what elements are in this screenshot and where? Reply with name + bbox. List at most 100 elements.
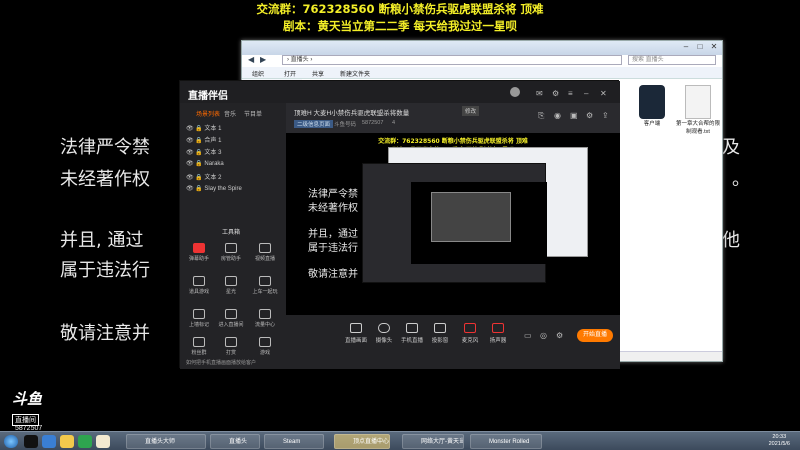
eye-icon[interactable]: ◎ (540, 331, 547, 340)
menu-organize[interactable]: 组织 (252, 69, 264, 78)
nested-app-window (362, 163, 547, 283)
record-icon[interactable]: ◉ (554, 111, 561, 120)
penguin-icon[interactable] (24, 435, 38, 448)
menu-new-folder[interactable]: 新建文件夹 (340, 69, 370, 78)
steam-icon (639, 85, 665, 119)
search-input[interactable]: 搜索 直播头 (628, 55, 716, 65)
background-text-line5: 敬请注意并 (60, 323, 150, 344)
menu-open[interactable]: 打开 (284, 69, 296, 78)
douyu-label: 斗鱼号码 (334, 122, 357, 128)
edit-tag[interactable]: 修改 (462, 106, 480, 116)
preview-text: 属于违法行 (308, 243, 358, 254)
gear-icon[interactable]: ⚙ (586, 111, 593, 120)
stream-overlay-line2: 剧本：黄天当立第二二季 每天给我过过一星呗 (282, 19, 517, 33)
scene-item[interactable]: 👁 🔒 Slay the Spire (186, 185, 242, 192)
bottom-toolbar: 直播画面 摄像头 手机直播 投影窗 麦克风 扬声器 ▭ ◎ ⚙ 开始直播 (286, 315, 620, 369)
info-chip[interactable]: 二级信息页面 (294, 120, 334, 128)
scene-item[interactable]: 👁 🔒 文本 3 (186, 147, 221, 156)
speaker-button[interactable]: 扬声器 (484, 323, 512, 344)
minimize-icon[interactable]: – (584, 89, 588, 98)
left-panel: 场景列表 音乐 节目单 👁 🔒 文本 1 👁 🔒 合声 1 👁 🔒 文本 3 👁… (180, 103, 286, 369)
scene-item[interactable]: 👁 🔒 文本 2 (186, 172, 221, 181)
gear-icon[interactable]: ⚙ (556, 331, 563, 340)
start-live-button[interactable]: 开始直播 (577, 329, 613, 342)
scene-item[interactable]: 👁 🔒 文本 1 (186, 123, 221, 132)
background-text-line2-tail: 。 (732, 169, 750, 190)
maximize-icon[interactable]: □ (694, 42, 706, 52)
scene-item[interactable]: 👁 🔒 Naraka (186, 160, 224, 167)
share-out-icon[interactable]: ⇪ (602, 111, 609, 120)
tool-enter-room[interactable]: 进入直播间 (218, 309, 244, 328)
projector-button[interactable]: 投影窗 (426, 323, 454, 344)
forward-arrow-icon[interactable]: ▶ (260, 55, 266, 64)
tv-icon[interactable]: ▣ (570, 111, 578, 120)
tool-traffic[interactable]: 流量中心 (252, 309, 278, 328)
background-text-line1: 法律严令禁 (60, 137, 150, 158)
avatar[interactable] (510, 87, 520, 97)
screen-capture-button[interactable]: 直播画面 (342, 323, 370, 344)
microphone-button[interactable]: 麦克风 (456, 323, 484, 344)
file-name: 客户端 (643, 121, 661, 127)
preview-text: 敬请注意并 (308, 269, 358, 280)
tool-fans[interactable]: 粉丝群 (186, 337, 212, 356)
tool-video[interactable]: 视频直播 (252, 243, 278, 262)
taskbar-item[interactable]: 顶点直播中心 (334, 434, 390, 449)
tool-game[interactable]: 游戏 (252, 337, 278, 356)
text-file-icon (685, 85, 711, 119)
toolbox-title: 工具箱 (222, 230, 241, 236)
viewer-count: 4 (392, 120, 396, 126)
mail-icon[interactable]: ✉ (536, 89, 543, 98)
stream-preview: 交流群：762328560 断粮小禁伤兵驱虎联盟杀将 顶难 剧本：黄天当立第二二… (286, 133, 620, 315)
close-icon[interactable]: ✕ (600, 89, 607, 98)
file-item-text[interactable]: 第一章大合帮的限制观看.txt (676, 85, 720, 135)
explorer-titlebar[interactable]: – □ ✕ (242, 41, 722, 55)
taskbar-item[interactable]: Monster Rolled (470, 434, 542, 449)
browser-icon[interactable] (42, 435, 56, 448)
minimize-icon[interactable]: – (680, 42, 692, 52)
tool-ride[interactable]: 上车一起玩 (252, 276, 278, 295)
streaming-app-window[interactable]: 直播伴侣 ✉ ⚙ ≡ – ✕ 场景列表 音乐 节目单 👁 🔒 文本 1 👁 🔒 … (179, 80, 620, 369)
background-text-line3-tail: 他 (722, 230, 740, 251)
help-notice[interactable]: 如何把手机直播画面播放给客户 (186, 359, 256, 366)
share-icon[interactable]: ⎘ (538, 111, 544, 121)
taskbar-item[interactable]: 网络大厅-黄天当立 (402, 434, 464, 449)
file-item-steam[interactable]: 客户端 (630, 85, 674, 127)
start-button-icon[interactable] (4, 435, 18, 448)
tab-scenes[interactable]: 场景列表 (196, 109, 220, 118)
app-logo: 直播伴侣 (188, 91, 228, 102)
tab-music[interactable]: 音乐 (224, 109, 236, 118)
preview-text: 法律严令禁 (308, 189, 358, 200)
preview-text: 未经著作权 (308, 203, 358, 214)
room-number: 5872507 (362, 120, 384, 126)
background-text-line2: 未经著作权 (60, 169, 150, 190)
phone-live-button[interactable]: 手机直播 (398, 323, 426, 344)
camera-button[interactable]: 摄像头 (370, 323, 398, 344)
close-icon[interactable]: ✕ (708, 42, 720, 52)
tool-tip[interactable]: 打赏 (218, 337, 244, 356)
room-title: 顶难H 大麦H小禁伤兵驱虎联盟杀将数量 (294, 110, 410, 117)
tool-room-admin[interactable]: 房管助手 (218, 243, 244, 262)
folder-icon[interactable] (60, 435, 74, 448)
system-clock[interactable]: 20:33 2021/5/6 (769, 434, 790, 448)
taskbar-item[interactable]: Steam (264, 434, 324, 449)
tool-wall[interactable]: 上墙标记 (186, 309, 212, 328)
explorer-menubar: 组织 打开 共享 新建文件夹 (242, 67, 722, 79)
address-bar[interactable]: › 直播头 › (282, 55, 622, 65)
app-icon[interactable] (78, 435, 92, 448)
stream-overlay-line1: 交流群：762328560 断粮小禁伤兵驱虎联盟杀将 顶难 (256, 2, 544, 16)
tool-danmu[interactable]: 弹幕助手 (186, 243, 212, 262)
menu-share[interactable]: 共享 (312, 69, 324, 78)
tool-prop-game[interactable]: 道具游戏 (186, 276, 212, 295)
paint-icon[interactable] (96, 435, 110, 448)
back-arrow-icon[interactable]: ◀ (248, 55, 254, 64)
tab-program[interactable]: 节目单 (244, 109, 262, 118)
taskbar-item[interactable]: 直播头大师 (126, 434, 206, 449)
scene-item[interactable]: 👁 🔒 合声 1 (186, 135, 221, 144)
nested-preview (411, 182, 547, 264)
menu-icon[interactable]: ≡ (568, 89, 573, 98)
taskbar-item[interactable]: 直播头 (210, 434, 260, 449)
tool-star[interactable]: 星光 (218, 276, 244, 295)
record-video-icon[interactable]: ▭ (524, 331, 532, 340)
app-topbar[interactable]: 直播伴侣 ✉ ⚙ ≡ – ✕ (180, 81, 620, 103)
settings-icon[interactable]: ⚙ (552, 89, 559, 98)
